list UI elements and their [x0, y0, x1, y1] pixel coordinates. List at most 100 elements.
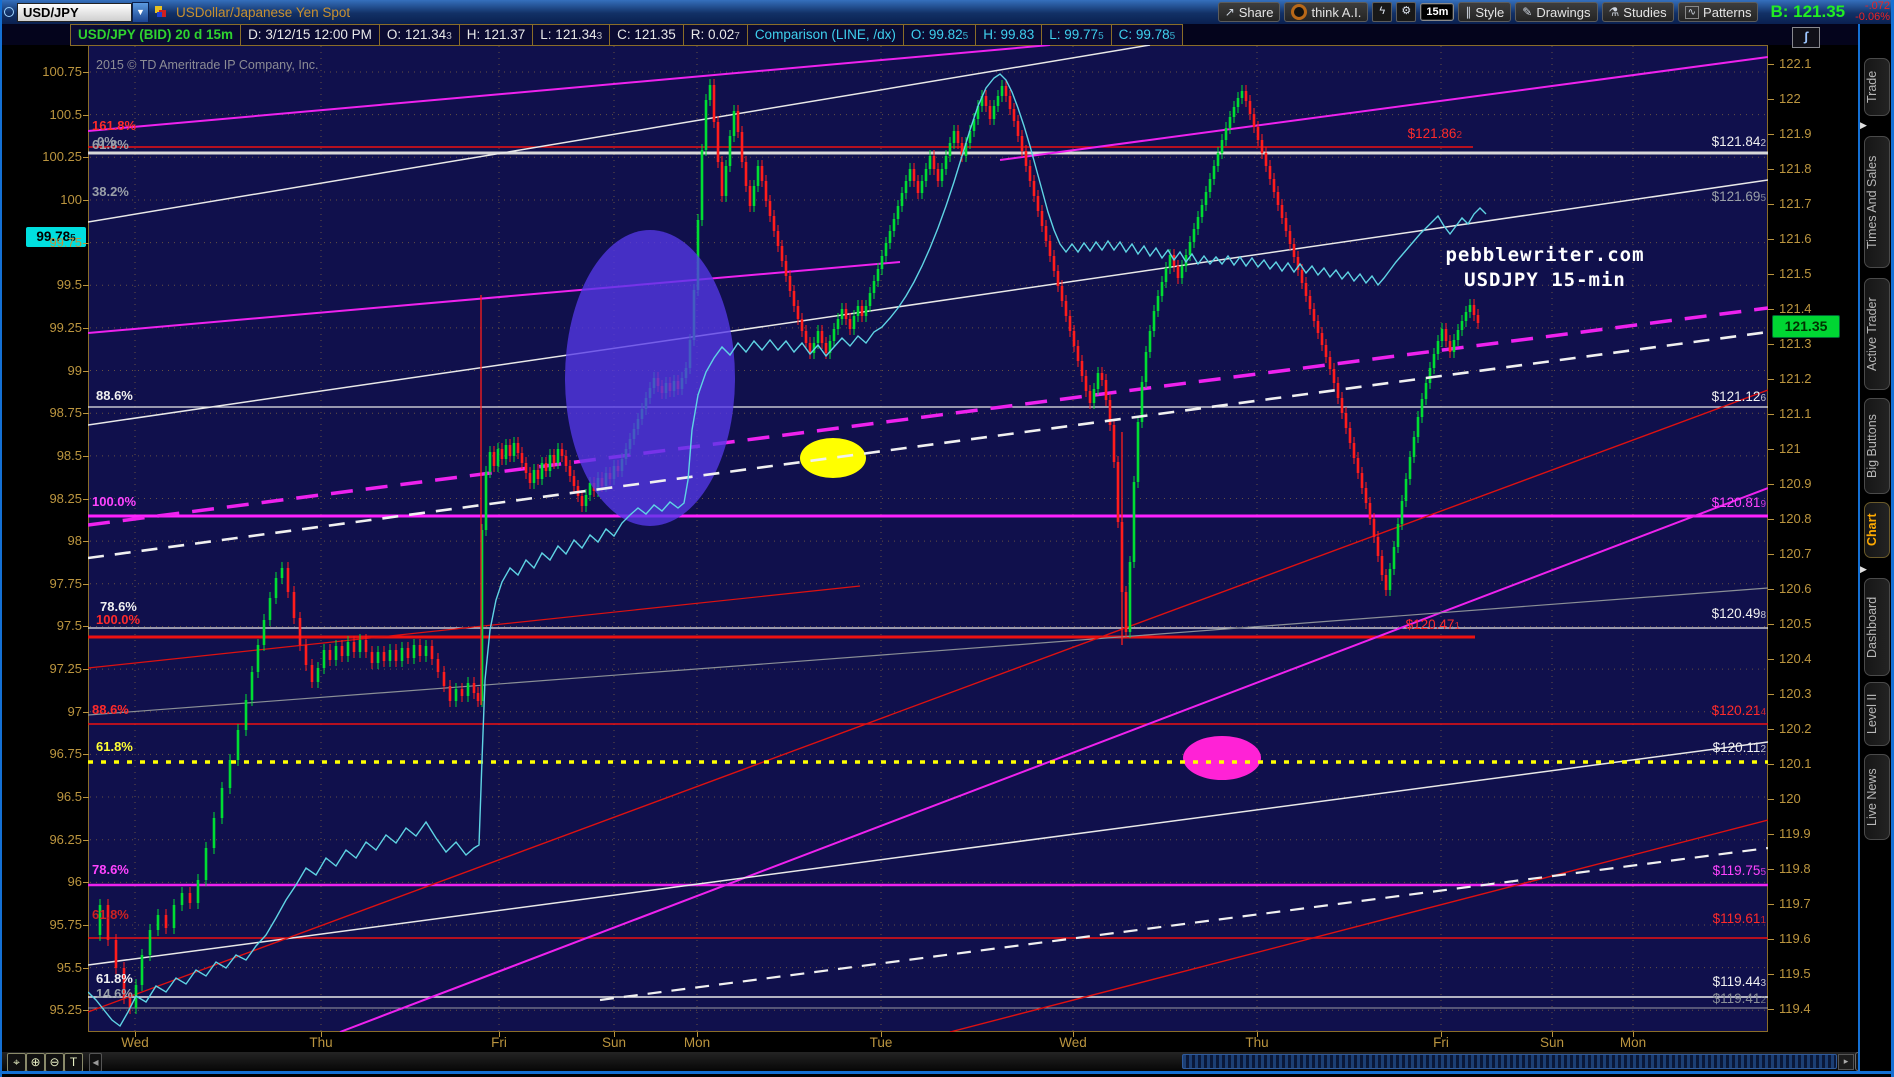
panel-divider — [1858, 24, 1860, 1071]
scroll-left-button[interactable]: ◂ — [89, 1053, 102, 1072]
dashed-trendline[interactable] — [88, 330, 1768, 560]
left-axis-label: 96 — [67, 874, 82, 890]
style-button[interactable]: ∥ Style — [1458, 2, 1512, 22]
left-axis-tick — [83, 72, 89, 73]
right-axis-tick — [1768, 204, 1774, 205]
wrench-icon: ⚙ — [1401, 5, 1412, 17]
date-label: Sun — [1539, 1035, 1565, 1050]
chart-mode-icon[interactable]: ʃ — [1792, 27, 1820, 48]
patterns-button[interactable]: ∿ Patterns — [1677, 2, 1759, 22]
chevron-down-icon: ▼ — [136, 6, 145, 17]
right-axis-tick — [1768, 239, 1774, 240]
price-target-label: $120.819 — [1711, 495, 1766, 510]
color-link-icon[interactable] — [155, 5, 168, 19]
ohlc-field: H: 99.83 — [976, 25, 1043, 45]
comparison-line[interactable] — [88, 73, 1487, 1028]
candlestick-series[interactable] — [98, 79, 1480, 1014]
text-tool-button[interactable]: T — [64, 1053, 83, 1072]
left-axis-tick — [83, 669, 89, 671]
sidebar-tab-dashboard[interactable]: Dashboard — [1864, 578, 1890, 676]
link-circle-icon[interactable] — [4, 7, 14, 17]
price-target-label: $119.611 — [1712, 911, 1766, 926]
left-axis-tick — [83, 626, 89, 628]
left-axis-label: 100.25 — [42, 149, 82, 165]
right-axis-label: 119.5 — [1779, 966, 1811, 981]
pink-ellipse-drawing[interactable] — [1183, 736, 1261, 780]
price-target-label: $121.695 — [1711, 189, 1766, 204]
trendline[interactable] — [88, 261, 901, 334]
right-axis-label: 120.5 — [1779, 616, 1812, 631]
ohlc-field: L: 121.343 — [533, 25, 611, 45]
trendline[interactable] — [88, 585, 861, 669]
price-target-label: $121.842 — [1711, 134, 1766, 149]
price-target-label: $119.755 — [1712, 863, 1766, 878]
zoom-in-button[interactable]: ⊕ — [26, 1053, 45, 1072]
right-axis-label: 121.2 — [1779, 371, 1812, 386]
symbol-dropdown-button[interactable]: ▼ — [132, 1, 149, 23]
trendline[interactable] — [999, 56, 1768, 161]
right-axis-tick — [1768, 309, 1774, 310]
sidebar-tab-chart[interactable]: Chart — [1864, 502, 1890, 558]
drawings-button[interactable]: ✎ Drawings — [1515, 2, 1598, 22]
tab-scroll-arrow[interactable]: ▶ — [1860, 120, 1867, 131]
left-axis-tick — [83, 839, 89, 841]
ohlc-readout: USD/JPY (BID) 20 d 15m D: 3/12/15 12:00 P… — [70, 24, 1184, 46]
studies-button[interactable]: ⚗ Studies — [1601, 2, 1674, 22]
right-axis-tick — [1768, 799, 1774, 800]
title-bar: USD/JPY ▼ USDollar/Japanese Yen Spot ↗ S… — [0, 0, 1894, 24]
right-axis-tick — [1768, 939, 1774, 940]
fib-percent-label: 88.6% — [92, 702, 129, 717]
date-tick — [1257, 1032, 1258, 1037]
trendline[interactable] — [88, 179, 1768, 426]
left-axis-label: 95.25 — [49, 1002, 82, 1018]
symbol-input[interactable]: USD/JPY — [17, 2, 132, 22]
time-axis[interactable]: Wed Thu Fri Sun Mon Tue Wed Thu Fri Sun Mon — [0, 1032, 1894, 1052]
sidebar-tab-active-trader[interactable]: Active Trader — [1864, 278, 1890, 390]
sidebar-tab-big-buttons[interactable]: Big Buttons — [1864, 398, 1890, 494]
pan-tool-button[interactable]: ⌖ — [7, 1053, 26, 1072]
scroll-right-button[interactable]: ▸ — [1838, 1054, 1854, 1070]
trendline[interactable] — [88, 389, 1768, 1013]
price-target-label: $120.214 — [1711, 703, 1766, 718]
timeframe-badge[interactable]: 15m — [1420, 3, 1455, 21]
tab-scroll-arrow[interactable]: ▶ — [1860, 564, 1867, 575]
right-axis-label: 120 — [1779, 791, 1801, 806]
symbol-description: USDollar/Japanese Yen Spot — [176, 4, 351, 20]
thinkorswim-window: USD/JPY ▼ USDollar/Japanese Yen Spot ↗ S… — [0, 0, 1894, 1077]
trendline[interactable] — [949, 819, 1768, 1032]
sidebar-tab-trade[interactable]: Trade — [1864, 58, 1890, 116]
quick-chart-button[interactable]: ϟ — [1372, 2, 1393, 22]
chart-header-row: USD/JPY (BID) 20 d 15m D: 3/12/15 12:00 P… — [0, 24, 1894, 48]
share-button[interactable]: ↗ Share — [1217, 2, 1281, 22]
dashed-trendline[interactable] — [599, 846, 1768, 1002]
think-ai-button[interactable]: think A.I. — [1284, 2, 1369, 22]
left-axis-label: 96.75 — [49, 746, 82, 762]
date-tick — [321, 1032, 322, 1037]
chart-settings-button[interactable]: ⚙ — [1396, 2, 1417, 22]
yellow-ellipse-drawing[interactable] — [800, 438, 866, 478]
trendline[interactable] — [88, 306, 1768, 527]
right-axis-tick — [1768, 414, 1774, 415]
right-axis-tick — [1768, 99, 1774, 100]
date-label: Mon — [1619, 1035, 1647, 1050]
chart-canvas[interactable] — [88, 45, 1768, 1032]
zoom-out-button[interactable]: ⊖ — [45, 1053, 64, 1072]
sidebar-tab-times-and-sales[interactable]: Times And Sales — [1864, 136, 1890, 268]
right-axis-label: 120.6 — [1779, 581, 1812, 596]
date-label: Mon — [683, 1035, 711, 1050]
right-axis-tick — [1768, 974, 1774, 975]
ohlc-field: Comparison (LINE, /dx) — [748, 25, 904, 45]
date-label: Sun — [601, 1035, 627, 1050]
date-label: Wed — [1059, 1035, 1087, 1050]
right-axis-label: 120.8 — [1779, 511, 1812, 526]
sidebar-tab-strip: Trade Times And Sales Active Trader Big But… — [1858, 24, 1894, 1071]
trendline[interactable] — [88, 587, 1768, 716]
right-axis-label: 119.6 — [1779, 931, 1811, 946]
left-axis-label: 96.5 — [56, 789, 82, 805]
trendline[interactable] — [339, 487, 1768, 1032]
sidebar-tab-live-news[interactable]: Live News — [1864, 754, 1890, 840]
right-axis-label: 119.4 — [1779, 1001, 1811, 1016]
sidebar-tab-level-ii[interactable]: Level II — [1864, 682, 1890, 746]
trendline[interactable] — [88, 741, 1768, 966]
time-scrollbar[interactable] — [1182, 1054, 1837, 1069]
